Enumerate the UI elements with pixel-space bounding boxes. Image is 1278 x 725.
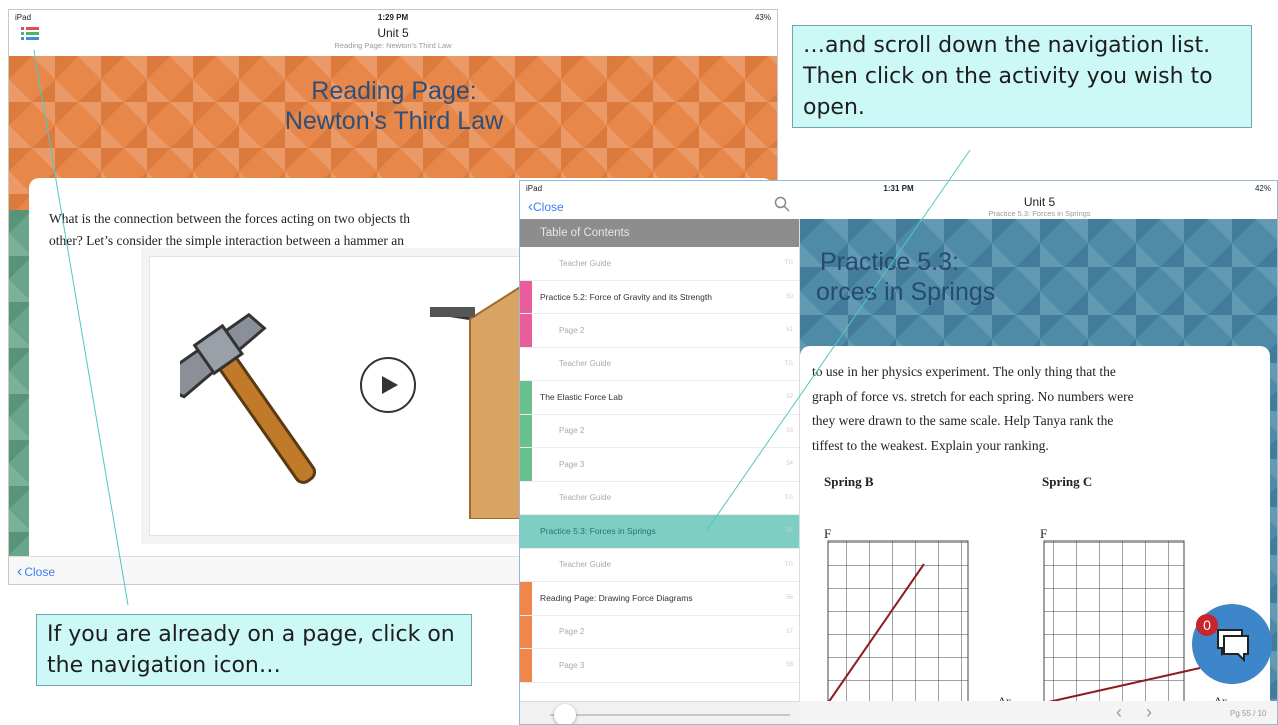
status-bar: iPad 1:29 PM 43% bbox=[9, 10, 777, 24]
hero-title: Practice 5.3: orces in Springs bbox=[816, 247, 995, 307]
toc-item[interactable]: Page 3 58 bbox=[520, 649, 799, 683]
toc-item-label: Teacher Guide bbox=[559, 258, 612, 268]
battery-level: 42% bbox=[1254, 183, 1271, 193]
spring-b-label: Spring B bbox=[824, 474, 874, 489]
play-button[interactable] bbox=[360, 357, 416, 413]
toc-item-page: 55 bbox=[786, 528, 793, 535]
hero-title-line2: orces in Springs bbox=[816, 278, 996, 306]
toc-item-label: Teacher Guide bbox=[559, 560, 612, 570]
nav-subtitle: Practice 5.3: Forces in Springs bbox=[988, 209, 1091, 218]
toc-item-page: 52 bbox=[786, 394, 793, 401]
toc-item[interactable]: Teacher Guide TG bbox=[520, 482, 799, 515]
spring-b-grid bbox=[827, 540, 969, 704]
toc-item[interactable]: Practice 5.2: Force of Gravity and its S… bbox=[520, 280, 799, 314]
toc-item-page: TG bbox=[784, 260, 793, 267]
chevron-right-icon[interactable]: › bbox=[1146, 702, 1152, 723]
toc-color-bar bbox=[520, 649, 532, 682]
toc-item[interactable]: Teacher Guide TG bbox=[520, 247, 799, 281]
toc-item-page: 56 bbox=[786, 595, 793, 602]
nav-bar: ‹Close Unit 5 Practice 5.3: Forces in Sp… bbox=[520, 195, 1277, 219]
toc-item-label: The Elastic Force Lab bbox=[540, 392, 623, 403]
toc-color-bar bbox=[520, 582, 532, 615]
chevron-left-icon[interactable]: ‹ bbox=[1116, 702, 1122, 723]
toc-item[interactable]: Page 2 51 bbox=[520, 314, 799, 348]
hero-title-line1: Practice 5.3: bbox=[820, 248, 959, 276]
body-line: graph of force vs. stretch for each spri… bbox=[812, 385, 1134, 410]
toc-color-bar bbox=[520, 414, 532, 447]
toc-item[interactable]: Page 2 57 bbox=[520, 615, 799, 649]
toc-item-page: 51 bbox=[786, 327, 793, 334]
close-label: Close bbox=[533, 200, 564, 214]
toc-color-bar bbox=[520, 314, 532, 347]
toc-color-bar bbox=[520, 615, 532, 648]
toc-item[interactable]: Practice 5.3: Forces in Springs 55 bbox=[520, 515, 799, 549]
page-indicator: Pg 55 / 10 bbox=[1230, 709, 1267, 718]
toc-color-bar bbox=[520, 515, 532, 548]
toc-item[interactable]: Page 3 54 bbox=[520, 448, 799, 482]
status-time: 1:29 PM bbox=[377, 12, 409, 22]
toc-slider[interactable] bbox=[520, 701, 800, 724]
body-line: to use in her physics experiment. The on… bbox=[812, 364, 1116, 379]
toc-item-label: Teacher Guide bbox=[559, 493, 612, 503]
toc-item-page: TG bbox=[784, 494, 793, 501]
body-line-part: graph of force vs. stretch for each spri… bbox=[812, 388, 1134, 404]
table-of-contents-panel: Table of Contents Teacher Guide TG Practic… bbox=[520, 219, 800, 724]
toc-item-page: 58 bbox=[786, 662, 793, 669]
hammer-image bbox=[180, 312, 317, 484]
toc-item-label: Reading Page: Drawing Force Diagrams bbox=[540, 593, 693, 604]
body-text: to use in her physics experiment. The on… bbox=[812, 360, 1134, 458]
spring-c-grid bbox=[1043, 540, 1185, 704]
spring-c-label: Spring C bbox=[1042, 474, 1093, 489]
right-ipad-screenshot: iPad 1:31 PM 42% ‹Close Unit 5 Practice … bbox=[519, 180, 1278, 725]
nav-title: Unit 5 bbox=[377, 26, 409, 40]
search-icon[interactable] bbox=[774, 196, 790, 212]
toc-item-label: Practice 5.3: Forces in Springs bbox=[540, 526, 656, 537]
toc-header: Table of Contents bbox=[520, 219, 799, 247]
play-icon bbox=[382, 376, 398, 394]
chat-bubble-icon bbox=[1217, 629, 1249, 662]
body-line: they were drawn to the same scale. Help … bbox=[812, 413, 1114, 428]
status-time: 1:31 PM bbox=[883, 183, 914, 193]
chevron-left-icon[interactable]: ‹ bbox=[17, 563, 22, 581]
nav-subtitle: Reading Page: Newton's Third Law bbox=[334, 41, 452, 50]
close-link[interactable]: ‹Close bbox=[528, 198, 564, 215]
spring-graphs bbox=[827, 540, 1210, 704]
toc-item-label: Practice 5.2: Force of Gravity and its S… bbox=[540, 291, 712, 302]
bottom-toolbar: ‹ › Pg 55 / 10 bbox=[800, 701, 1277, 724]
chat-button[interactable]: 0 bbox=[1192, 604, 1272, 684]
hero-title: Reading Page: Newton's Third Law bbox=[9, 76, 777, 136]
nav-bar: Unit 5 Reading Page: Newton's Third Law bbox=[9, 24, 777, 56]
toc-item[interactable]: Reading Page: Drawing Force Diagrams 56 bbox=[520, 582, 799, 616]
toc-item-label: Teacher Guide bbox=[559, 359, 612, 369]
toc-item-page: 54 bbox=[786, 461, 793, 468]
nav-title: Unit 5 bbox=[1023, 195, 1056, 209]
caption-top-right: …and scroll down the navigation list. Th… bbox=[792, 25, 1252, 128]
toc-list: Teacher Guide TG Practice 5.2: Force of Gr… bbox=[520, 247, 799, 683]
toc-item-page: 53 bbox=[786, 427, 793, 434]
toc-item-page: TG bbox=[784, 561, 793, 568]
chat-badge: 0 bbox=[1196, 614, 1218, 636]
toc-color-bar bbox=[520, 280, 532, 313]
toc-color-bar bbox=[520, 448, 532, 481]
hero-title-line2: Newton's Third Law bbox=[284, 107, 504, 135]
hero-title-line1: Reading Page: bbox=[311, 77, 477, 105]
slider-track bbox=[550, 714, 790, 716]
body-line: tiffest to the weakest. Explain your ran… bbox=[812, 437, 1049, 453]
toc-item-page: 57 bbox=[786, 628, 793, 635]
close-link[interactable]: Close bbox=[24, 565, 55, 579]
axis-y-label: F bbox=[824, 526, 832, 541]
status-bar: iPad 1:31 PM 42% bbox=[520, 181, 1277, 195]
slider-thumb[interactable] bbox=[554, 704, 576, 724]
toc-item[interactable]: Page 2 53 bbox=[520, 414, 799, 448]
toc-item-page: 50 bbox=[786, 293, 793, 300]
toc-item-page: TG bbox=[784, 360, 793, 367]
toc-item[interactable]: Teacher Guide TG bbox=[520, 348, 799, 381]
toc-item[interactable]: The Elastic Force Lab 52 bbox=[520, 381, 799, 415]
toc-color-bar bbox=[520, 381, 532, 414]
caption-bottom-left: If you are already on a page, click on t… bbox=[36, 614, 472, 686]
toc-item[interactable]: Teacher Guide TG bbox=[520, 549, 799, 582]
axis-y-label: F bbox=[1040, 526, 1048, 541]
list-icon[interactable] bbox=[21, 26, 39, 42]
battery-level: 43% bbox=[754, 12, 771, 22]
